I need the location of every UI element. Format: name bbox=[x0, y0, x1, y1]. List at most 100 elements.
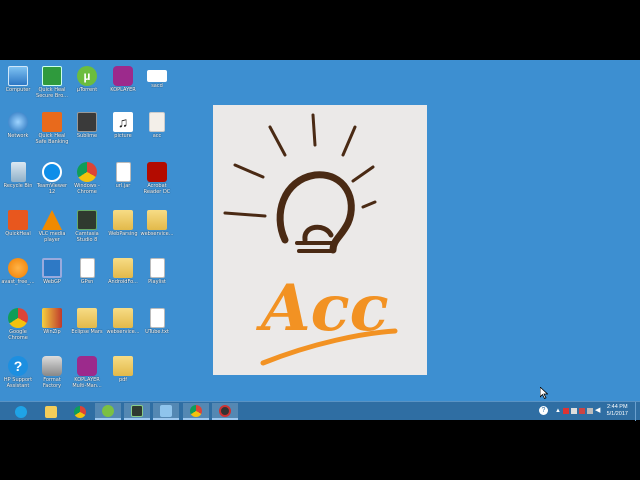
desktop-icon-label: Windows - Chrome bbox=[74, 183, 100, 195]
chevron-up-icon[interactable]: ▲ bbox=[555, 408, 561, 414]
desktop-icon-sublime[interactable]: Sublime bbox=[69, 110, 105, 156]
help-icon[interactable]: ? bbox=[539, 406, 548, 415]
desktop-icon-vlc[interactable]: VLC media player bbox=[34, 208, 70, 254]
desktop-icon-network[interactable]: Network bbox=[0, 110, 36, 156]
desktop[interactable]: Computer Network Recycle Bin QuickHeal a… bbox=[0, 60, 640, 401]
help-icon: ? bbox=[8, 356, 28, 376]
webgp-icon bbox=[42, 258, 62, 278]
desktop-icon-label: avast_free_... bbox=[1, 279, 35, 285]
show-desktop-button[interactable] bbox=[635, 402, 640, 421]
photos-icon bbox=[160, 404, 172, 417]
desktop-icon-picture[interactable]: ♫ picture bbox=[105, 110, 141, 156]
desktop-icon-chrome-windows[interactable]: Windows - Chrome bbox=[69, 160, 105, 206]
taskbar: ? ▲ ◀ 2:44 PM 5/1/2017 bbox=[0, 401, 640, 421]
desktop-icon-koplayer[interactable]: KOPLAYER bbox=[105, 64, 141, 110]
desktop-icon-utube-txt[interactable]: UTube.txt bbox=[139, 306, 175, 352]
desktop-icon-google-chrome[interactable]: Google Chrome bbox=[0, 306, 36, 352]
acc-logo: Acc bbox=[223, 113, 398, 366]
blank-file-icon bbox=[147, 70, 167, 82]
desktop-icon-gpsn[interactable]: GPsn bbox=[69, 256, 105, 302]
quickheal-tray-icon[interactable] bbox=[563, 408, 569, 414]
system-tray: ? ▲ ◀ 2:44 PM 5/1/2017 bbox=[525, 402, 640, 421]
desktop-icon-playlist[interactable]: Playlist bbox=[139, 256, 175, 302]
desktop-icon-label: sacd bbox=[151, 83, 163, 89]
desktop-icon-label: QuickHeal bbox=[5, 231, 31, 237]
desktop-icon-computer[interactable]: Computer bbox=[0, 64, 36, 110]
mouse-cursor-icon bbox=[540, 387, 548, 399]
desktop-icon-koplayer-multi[interactable]: KOPLAYER Multi-Man... bbox=[69, 354, 105, 400]
desktop-icon-label: KOPLAYER Multi-Man... bbox=[72, 377, 102, 389]
flag-icon[interactable] bbox=[571, 408, 577, 414]
desktop-icon-webservice-1[interactable]: webservice... bbox=[139, 208, 175, 254]
desktop-icon-pdf[interactable]: pdf bbox=[105, 354, 141, 400]
taskbar-internet-explorer[interactable] bbox=[8, 403, 34, 420]
desktop-icon-webservice-2[interactable]: webservice... bbox=[105, 306, 141, 352]
desktop-icon-quick-heal-browser[interactable]: Quick Heal Secure Bro... bbox=[34, 64, 70, 110]
taskbar-recorder[interactable] bbox=[212, 403, 238, 420]
taskbar-chrome-2[interactable] bbox=[183, 403, 209, 420]
desktop-icon-url-jar[interactable]: url.jar bbox=[105, 160, 141, 206]
desktop-icon-webparsing[interactable]: WebParsing bbox=[105, 208, 141, 254]
clock-date: 5/1/2017 bbox=[606, 411, 628, 417]
teamviewer-icon bbox=[42, 162, 62, 182]
desktop-icon-label: pdf bbox=[118, 377, 128, 383]
desktop-icon-eclipse[interactable]: Eclipse Mars bbox=[69, 306, 105, 352]
antivirus-tray-icon[interactable] bbox=[579, 408, 585, 414]
network-icon bbox=[8, 112, 28, 132]
desktop-icon-format-factory[interactable]: Format Factory bbox=[34, 354, 70, 400]
desktop-icon-label: Format Factory bbox=[42, 377, 62, 389]
screen: Computer Network Recycle Bin QuickHeal a… bbox=[0, 0, 640, 480]
desktop-icon-label: UTube.txt bbox=[145, 329, 169, 335]
vlc-icon bbox=[42, 210, 62, 230]
desktop-icon-quick-heal-banking[interactable]: Quick Heal Safe Banking bbox=[34, 110, 70, 156]
desktop-icon-recycle-bin[interactable]: Recycle Bin bbox=[0, 160, 36, 206]
desktop-icon-label: webservice... bbox=[106, 329, 140, 335]
desktop-icon-sacd[interactable]: sacd bbox=[139, 64, 175, 110]
taskbar-camtasia[interactable] bbox=[124, 403, 150, 420]
desktop-icon-label: WebGP bbox=[43, 279, 61, 285]
taskbar-photos[interactable] bbox=[153, 403, 179, 420]
desktop-icon-androidfo[interactable]: AndroidFo... bbox=[105, 256, 141, 302]
desktop-icon-teamviewer[interactable]: TeamViewer 12 bbox=[34, 160, 70, 206]
desktop-icon-avast[interactable]: avast_free_... bbox=[0, 256, 36, 302]
volume-icon[interactable]: ◀ bbox=[595, 407, 601, 414]
format-factory-icon bbox=[42, 356, 62, 376]
desktop-icon-acrobat[interactable]: Acrobat Reader DC bbox=[139, 160, 175, 206]
desktop-icon-webgp[interactable]: WebGP bbox=[34, 256, 70, 302]
document-icon bbox=[115, 162, 131, 182]
chrome-icon bbox=[8, 308, 28, 328]
desktop-icon-label: Sublime bbox=[76, 133, 98, 139]
folder-icon bbox=[113, 210, 133, 230]
koplayer-icon bbox=[77, 356, 97, 376]
desktop-icon-camtasia[interactable]: Camtasia Studio 8 bbox=[69, 208, 105, 254]
taskbar-file-explorer[interactable] bbox=[38, 403, 64, 420]
desktop-icon-quickheal[interactable]: QuickHeal bbox=[0, 208, 36, 254]
image-file-icon bbox=[149, 112, 165, 132]
desktop-icon-label: Computer bbox=[5, 87, 31, 93]
music-note-icon: ♫ bbox=[113, 112, 133, 132]
taskbar-chrome[interactable] bbox=[67, 403, 93, 420]
chrome-icon bbox=[77, 162, 97, 182]
acrobat-icon bbox=[147, 162, 167, 182]
desktop-icon-acc[interactable]: acc bbox=[139, 110, 175, 156]
desktop-icon-utorrent[interactable]: µ µTorrent bbox=[69, 64, 105, 110]
desktop-icon-label: acc bbox=[152, 133, 162, 139]
desktop-icon-label: Playlist bbox=[148, 279, 166, 285]
desktop-icon-label: µTorrent bbox=[76, 87, 98, 93]
folder-icon bbox=[113, 258, 133, 278]
avast-icon bbox=[8, 258, 28, 278]
network-tray-icon[interactable] bbox=[587, 408, 593, 414]
recorder-icon bbox=[219, 404, 231, 417]
desktop-icon-label: WinZip bbox=[43, 329, 61, 335]
chrome-icon bbox=[190, 404, 202, 417]
desktop-icon-hp-support[interactable]: ? HP Support Assistant bbox=[0, 354, 36, 400]
clock[interactable]: 2:44 PM 5/1/2017 bbox=[607, 404, 628, 418]
utorrent-icon: µ bbox=[77, 66, 97, 86]
desktop-icon-label: picture bbox=[114, 133, 132, 139]
desktop-icon-label: Acrobat Reader DC bbox=[143, 183, 171, 195]
desktop-icon-winzip[interactable]: WinZip bbox=[34, 306, 70, 352]
android-icon bbox=[102, 404, 114, 417]
desktop-icon-label: TeamViewer 12 bbox=[36, 183, 68, 195]
desktop-icon-label: GPsn bbox=[80, 279, 94, 285]
taskbar-android-studio[interactable] bbox=[95, 403, 121, 420]
